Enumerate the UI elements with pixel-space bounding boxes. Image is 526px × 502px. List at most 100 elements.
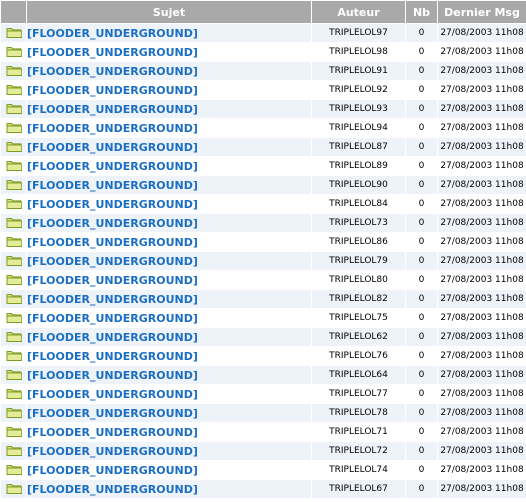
row-subject-cell: [FLOODER_UNDERGROUND] bbox=[26, 251, 312, 271]
topic-link[interactable]: [FLOODER_UNDERGROUND] bbox=[28, 274, 198, 287]
row-count: 0 bbox=[405, 23, 438, 43]
topic-link[interactable]: [FLOODER_UNDERGROUND] bbox=[28, 217, 198, 230]
folder-icon bbox=[6, 330, 22, 345]
row-author: TRIPLELOL86 bbox=[311, 232, 406, 252]
row-author: TRIPLELOL76 bbox=[311, 346, 406, 366]
row-count: 0 bbox=[405, 289, 438, 309]
topic-link[interactable]: [FLOODER_UNDERGROUND] bbox=[28, 312, 198, 325]
row-icon-cell bbox=[0, 99, 27, 119]
topic-link[interactable]: [FLOODER_UNDERGROUND] bbox=[28, 369, 198, 382]
row-icon-cell bbox=[0, 327, 27, 347]
row-count: 0 bbox=[405, 194, 438, 214]
table-row: [FLOODER_UNDERGROUND] TRIPLELOL73 0 27/08/2… bbox=[0, 213, 526, 233]
topic-link[interactable]: [FLOODER_UNDERGROUND] bbox=[28, 445, 198, 458]
header-subject[interactable]: Sujet bbox=[26, 0, 312, 24]
topic-link[interactable]: [FLOODER_UNDERGROUND] bbox=[28, 293, 198, 306]
topic-link[interactable]: [FLOODER_UNDERGROUND] bbox=[28, 255, 198, 268]
topic-link[interactable]: [FLOODER_UNDERGROUND] bbox=[28, 179, 198, 192]
row-count: 0 bbox=[405, 42, 438, 62]
row-author: TRIPLELOL67 bbox=[311, 479, 406, 499]
topic-link[interactable]: [FLOODER_UNDERGROUND] bbox=[28, 103, 198, 116]
row-subject-cell: [FLOODER_UNDERGROUND] bbox=[26, 99, 312, 119]
folder-icon bbox=[6, 121, 22, 136]
topic-link[interactable]: [FLOODER_UNDERGROUND] bbox=[28, 331, 198, 344]
row-icon-cell bbox=[0, 23, 27, 43]
folder-icon bbox=[6, 197, 22, 212]
row-subject-cell: [FLOODER_UNDERGROUND] bbox=[26, 137, 312, 157]
row-subject-cell: [FLOODER_UNDERGROUND] bbox=[26, 308, 312, 328]
topic-link[interactable]: [FLOODER_UNDERGROUND] bbox=[28, 426, 198, 439]
folder-icon bbox=[6, 26, 22, 41]
topic-link[interactable]: [FLOODER_UNDERGROUND] bbox=[28, 407, 198, 420]
topic-link[interactable]: [FLOODER_UNDERGROUND] bbox=[28, 141, 198, 154]
row-subject-cell: [FLOODER_UNDERGROUND] bbox=[26, 479, 312, 499]
table-row: [FLOODER_UNDERGROUND] TRIPLELOL91 0 27/08/2… bbox=[0, 61, 526, 81]
row-author: TRIPLELOL91 bbox=[311, 61, 406, 81]
row-icon-cell bbox=[0, 232, 27, 252]
topic-link[interactable]: [FLOODER_UNDERGROUND] bbox=[28, 46, 198, 59]
row-last-msg: 27/08/2003 11h08 bbox=[437, 251, 526, 271]
row-count: 0 bbox=[405, 156, 438, 176]
topic-link[interactable]: [FLOODER_UNDERGROUND] bbox=[28, 350, 198, 363]
folder-icon bbox=[6, 292, 22, 307]
row-count: 0 bbox=[405, 384, 438, 404]
row-last-msg: 27/08/2003 11h08 bbox=[437, 232, 526, 252]
topic-list-table: Sujet Auteur Nb Dernier Msg [FLOODER_UND… bbox=[0, 0, 526, 499]
folder-icon bbox=[6, 444, 22, 459]
row-icon-cell bbox=[0, 80, 27, 100]
row-subject-cell: [FLOODER_UNDERGROUND] bbox=[26, 441, 312, 461]
row-last-msg: 27/08/2003 11h08 bbox=[437, 441, 526, 461]
folder-icon bbox=[6, 349, 22, 364]
row-author: TRIPLELOL62 bbox=[311, 327, 406, 347]
header-count[interactable]: Nb bbox=[405, 0, 438, 24]
row-last-msg: 27/08/2003 11h08 bbox=[437, 175, 526, 195]
topic-link[interactable]: [FLOODER_UNDERGROUND] bbox=[28, 483, 198, 496]
row-last-msg: 27/08/2003 11h08 bbox=[437, 118, 526, 138]
row-last-msg: 27/08/2003 11h08 bbox=[437, 479, 526, 499]
row-count: 0 bbox=[405, 270, 438, 290]
header-last-msg[interactable]: Dernier Msg bbox=[437, 0, 526, 24]
row-icon-cell bbox=[0, 61, 27, 81]
table-row: [FLOODER_UNDERGROUND] TRIPLELOL94 0 27/08/2… bbox=[0, 118, 526, 138]
header-author[interactable]: Auteur bbox=[311, 0, 406, 24]
topic-link[interactable]: [FLOODER_UNDERGROUND] bbox=[28, 65, 198, 78]
row-icon-cell bbox=[0, 365, 27, 385]
row-author: TRIPLELOL77 bbox=[311, 384, 406, 404]
topic-link[interactable]: [FLOODER_UNDERGROUND] bbox=[28, 122, 198, 135]
row-last-msg: 27/08/2003 11h08 bbox=[437, 308, 526, 328]
row-icon-cell bbox=[0, 308, 27, 328]
row-count: 0 bbox=[405, 403, 438, 423]
row-subject-cell: [FLOODER_UNDERGROUND] bbox=[26, 365, 312, 385]
row-last-msg: 27/08/2003 11h08 bbox=[437, 80, 526, 100]
row-subject-cell: [FLOODER_UNDERGROUND] bbox=[26, 80, 312, 100]
row-author: TRIPLELOL87 bbox=[311, 137, 406, 157]
topic-link[interactable]: [FLOODER_UNDERGROUND] bbox=[28, 464, 198, 477]
folder-icon bbox=[6, 178, 22, 193]
topic-link[interactable]: [FLOODER_UNDERGROUND] bbox=[28, 388, 198, 401]
row-author: TRIPLELOL90 bbox=[311, 175, 406, 195]
topic-link[interactable]: [FLOODER_UNDERGROUND] bbox=[28, 27, 198, 40]
row-author: TRIPLELOL64 bbox=[311, 365, 406, 385]
row-icon-cell bbox=[0, 156, 27, 176]
folder-icon bbox=[6, 216, 22, 231]
row-count: 0 bbox=[405, 422, 438, 442]
topic-link[interactable]: [FLOODER_UNDERGROUND] bbox=[28, 198, 198, 211]
table-row: [FLOODER_UNDERGROUND] TRIPLELOL64 0 27/08/2… bbox=[0, 365, 526, 385]
topic-link[interactable]: [FLOODER_UNDERGROUND] bbox=[28, 160, 198, 173]
table-header-row: Sujet Auteur Nb Dernier Msg bbox=[0, 0, 526, 24]
row-icon-cell bbox=[0, 137, 27, 157]
topic-link[interactable]: [FLOODER_UNDERGROUND] bbox=[28, 84, 198, 97]
table-row: [FLOODER_UNDERGROUND] TRIPLELOL79 0 27/08/2… bbox=[0, 251, 526, 271]
topic-link[interactable]: [FLOODER_UNDERGROUND] bbox=[28, 236, 198, 249]
row-last-msg: 27/08/2003 11h08 bbox=[437, 365, 526, 385]
row-last-msg: 27/08/2003 11h08 bbox=[437, 270, 526, 290]
folder-icon bbox=[6, 159, 22, 174]
table-row: [FLOODER_UNDERGROUND] TRIPLELOL62 0 27/08/2… bbox=[0, 327, 526, 347]
folder-icon bbox=[6, 45, 22, 60]
row-subject-cell: [FLOODER_UNDERGROUND] bbox=[26, 422, 312, 442]
folder-icon bbox=[6, 273, 22, 288]
row-author: TRIPLELOL72 bbox=[311, 441, 406, 461]
row-count: 0 bbox=[405, 441, 438, 461]
table-row: [FLOODER_UNDERGROUND] TRIPLELOL77 0 27/08/2… bbox=[0, 384, 526, 404]
folder-icon bbox=[6, 254, 22, 269]
